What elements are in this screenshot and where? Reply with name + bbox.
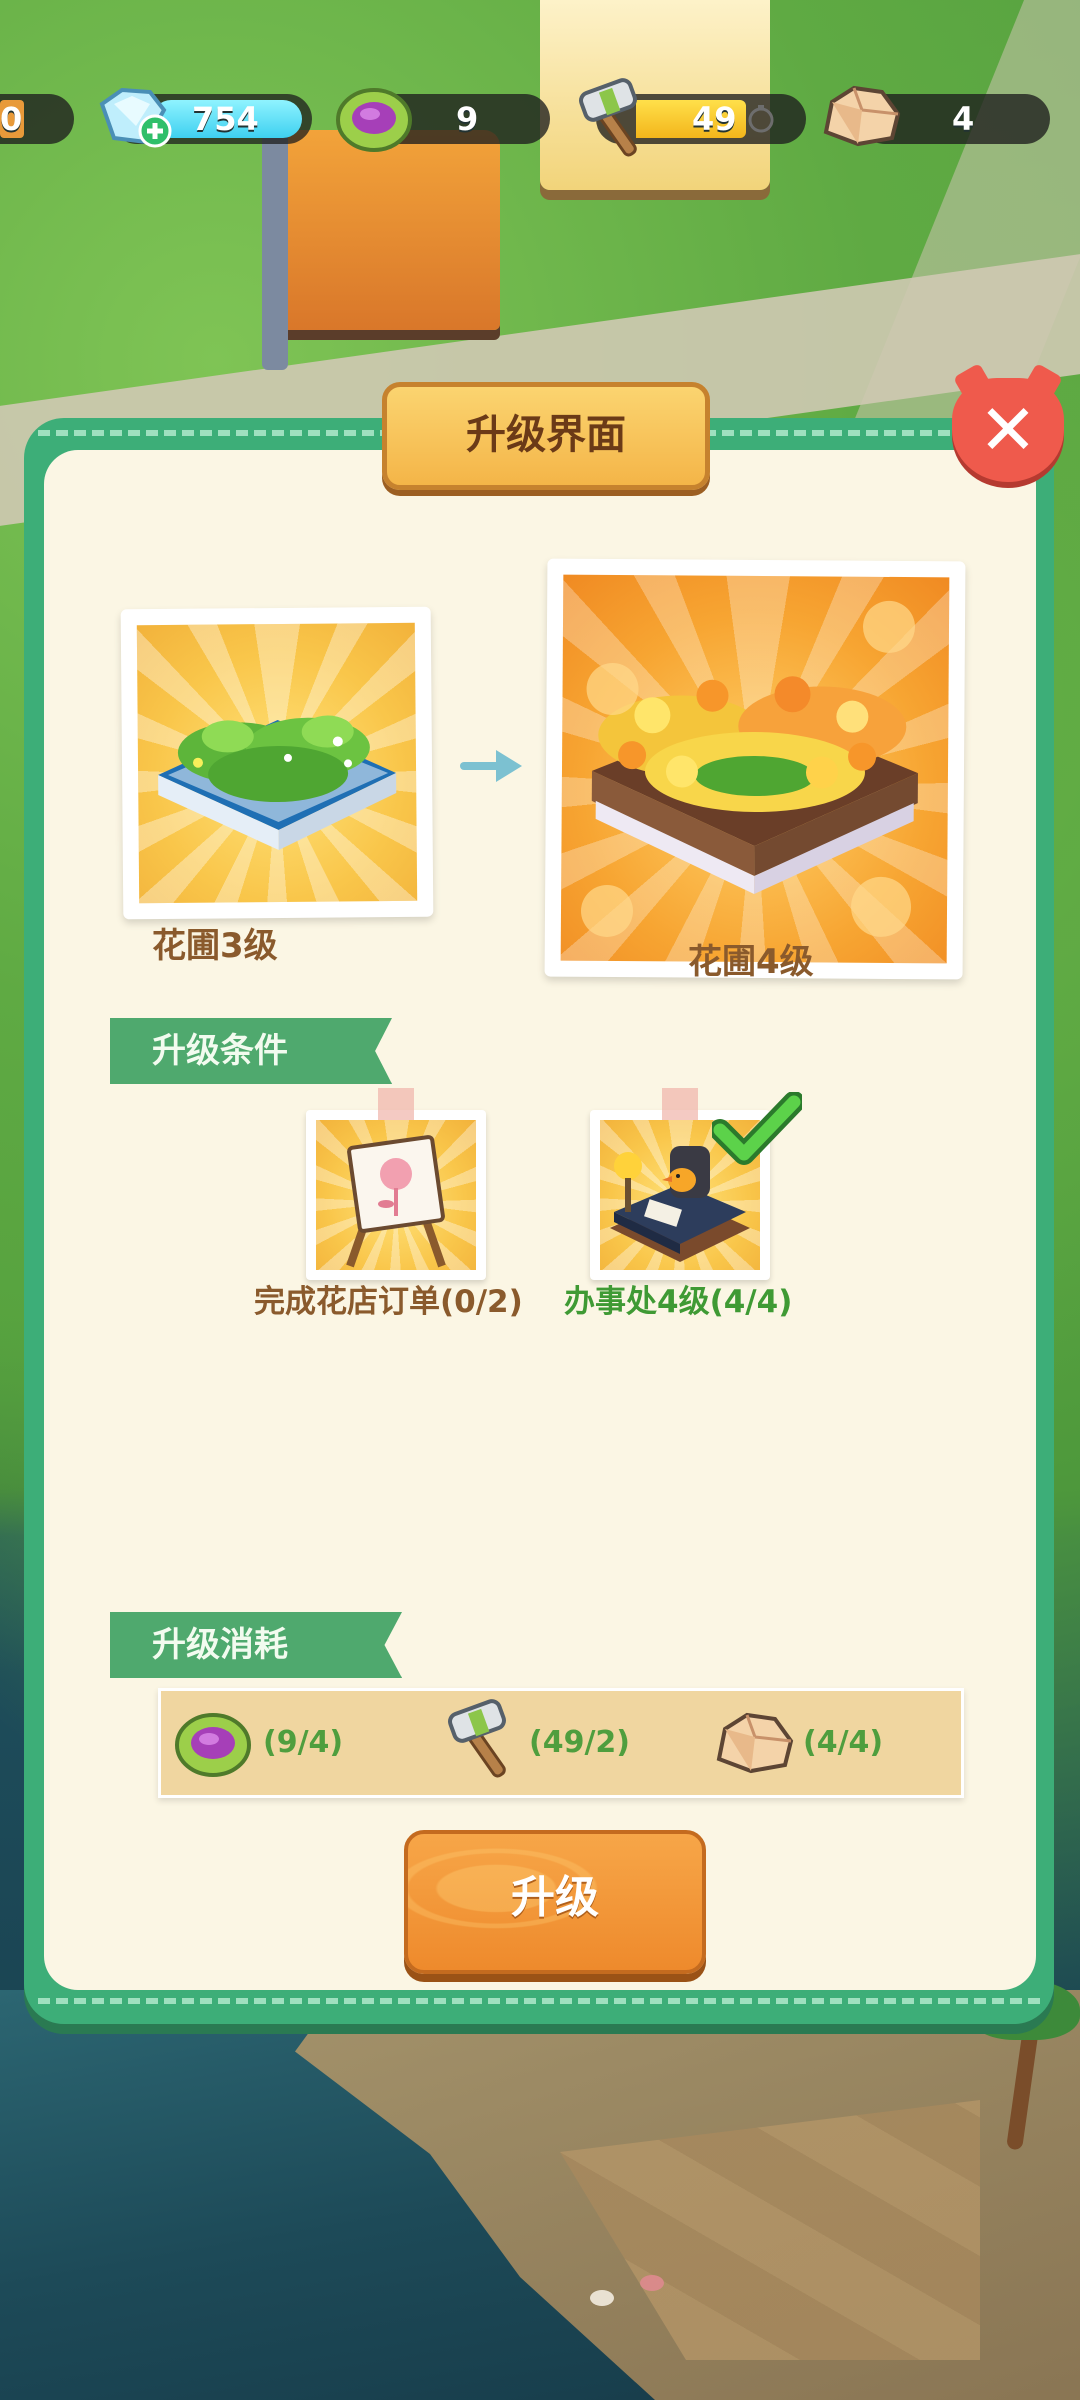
cost-stone-text: (4/4): [803, 1725, 884, 1760]
hammer-icon: [579, 78, 637, 157]
resource-partial[interactable]: 0: [0, 94, 74, 144]
diamond-resource[interactable]: 754: [99, 87, 312, 148]
next-level-caption: 花圃4级: [688, 942, 814, 982]
conditions-section-tag: 升级条件: [110, 1018, 392, 1084]
dialog-title: 升级界面: [382, 382, 710, 490]
hammer-value: 49: [692, 100, 737, 138]
arrow-right-icon: [460, 750, 522, 782]
market-stall-building: [270, 130, 500, 330]
upgrade-button[interactable]: 升级: [404, 1830, 706, 1974]
cost-hammer-text: (49/2): [529, 1725, 631, 1760]
next-level-card: [544, 558, 966, 980]
cost-item-cabbage: (9/4): [171, 1691, 411, 1795]
condition-card-flower-order[interactable]: [306, 1088, 486, 1280]
stone-icon: [823, 85, 901, 147]
hammer-icon: [448, 1699, 506, 1778]
cabbage-icon: [175, 1713, 251, 1777]
cost-strip: (9/4) (49/2) (4/4): [158, 1688, 964, 1798]
hammer-resource[interactable]: 49: [579, 78, 806, 157]
cost-item-hammer: (49/2): [441, 1691, 701, 1795]
current-level-image: [136, 622, 418, 904]
cost-cabbage-text: (9/4): [263, 1725, 344, 1760]
shell-decoration: [640, 2275, 664, 2291]
cabbage-icon: [336, 88, 412, 152]
street-pole: [262, 130, 288, 370]
flowerbed-level3-icon: [158, 715, 397, 850]
cabbage-value: 9: [456, 100, 479, 138]
shell-decoration: [590, 2290, 614, 2306]
resource-partial-value: 0: [0, 100, 23, 138]
cost-item-stone: (4/4): [711, 1691, 951, 1795]
stone-resource[interactable]: 4: [823, 85, 1050, 147]
stone-value: 4: [952, 100, 975, 138]
close-icon: ✕: [978, 389, 1038, 471]
timer-icon: [748, 105, 774, 133]
stone-icon: [716, 1712, 794, 1774]
current-level-caption: 花圃3级: [152, 926, 278, 966]
flower-easel-icon: [346, 1135, 446, 1268]
resource-bar: 0 754 9 49 4: [0, 78, 1080, 157]
current-level-card: [120, 606, 434, 920]
next-level-image: [560, 574, 950, 964]
add-diamond-icon[interactable]: [138, 114, 172, 148]
condition-office-text: 办事处4级(4/4): [564, 1284, 793, 1320]
condition-flower-order-text: 完成花店订单(0/2): [254, 1284, 523, 1320]
diamond-value: 754: [192, 100, 259, 138]
close-button[interactable]: ✕: [952, 378, 1064, 482]
checkmark-icon: [712, 1092, 802, 1165]
cabbage-resource[interactable]: 9: [336, 88, 550, 152]
cost-section-tag: 升级消耗: [110, 1612, 402, 1678]
